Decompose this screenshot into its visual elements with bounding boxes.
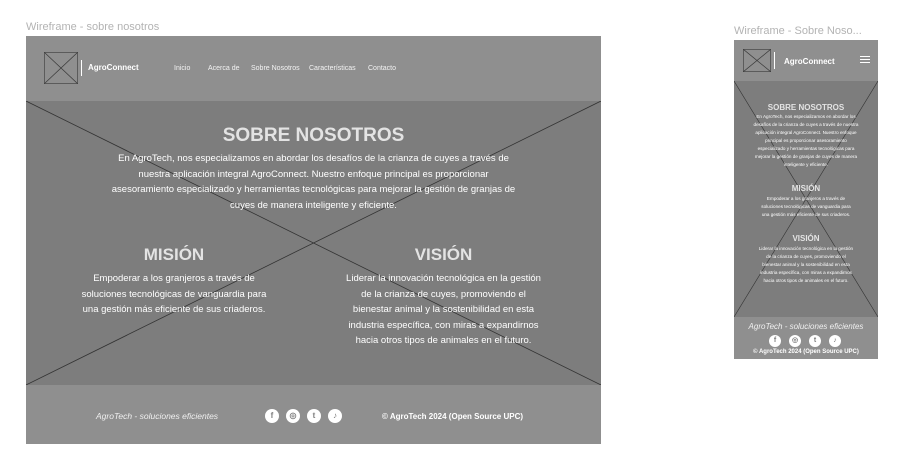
- vision-text: Liderar la innovación tecnológica en la …: [316, 271, 571, 349]
- nav-link-acerca-de[interactable]: Acerca de: [208, 65, 240, 72]
- vision-line: Liderar la innovación tecnológica en la …: [346, 273, 541, 284]
- facebook-icon[interactable]: f: [265, 409, 279, 423]
- vision-line: hacia otros tipos de animales en el futu…: [355, 335, 532, 346]
- logo-placeholder-icon: [743, 49, 771, 72]
- brand-name[interactable]: AgroConnect: [784, 57, 835, 66]
- about-line: nuestra aplicación integral AgroConnect.…: [138, 168, 489, 180]
- mision-line: Empoderar a los granjeros a través de: [93, 273, 255, 284]
- desktop-wireframe: AgroConnect Inicio Acerca de Sobre Nosot…: [26, 36, 601, 444]
- desktop-header: AgroConnect Inicio Acerca de Sobre Nosot…: [26, 36, 601, 101]
- mobile-wireframe: AgroConnect SOBRE NOSOTROS En AgroTech, …: [734, 40, 878, 359]
- vision-line: industria específica, con miras a expand…: [348, 319, 539, 331]
- vision-line: industria específica, con miras a expand…: [760, 270, 852, 275]
- desktop-frame-label: Wireframe - sobre nosotros: [26, 21, 160, 33]
- brand-divider: [81, 60, 82, 76]
- nav-link-caracteristicas[interactable]: Características: [309, 65, 356, 72]
- instagram-icon[interactable]: ◎: [789, 335, 801, 347]
- brand-divider: [774, 52, 775, 69]
- tiktok-icon[interactable]: ♪: [328, 409, 342, 423]
- vision-title: VISIÓN: [792, 234, 820, 243]
- mision-title: MISIÓN: [791, 184, 821, 193]
- desktop-footer: AgroTech - soluciones eficientes f ◎ t ♪…: [26, 385, 601, 444]
- vision-line: bienestar animal y la sostenibilidad en …: [762, 262, 850, 267]
- about-text: En AgroTech, nos especializamos en abord…: [734, 113, 878, 169]
- about-title: SOBRE NOSOTROS: [222, 125, 405, 146]
- footer-copyright: © AgroTech 2024 (Open Source UPC): [382, 412, 524, 421]
- about-line: asesoramiento especializado y herramient…: [111, 184, 516, 195]
- vision-line: de la crianza de cuyes, promoviendo el: [766, 254, 846, 259]
- instagram-icon[interactable]: ◎: [286, 409, 300, 423]
- mobile-hero: SOBRE NOSOTROS En AgroTech, nos especial…: [734, 81, 878, 317]
- desktop-hero: SOBRE NOSOTROS En AgroTech, nos especial…: [26, 101, 601, 385]
- about-line: En AgroTech, nos especializamos en abord…: [118, 153, 509, 164]
- mision-text: Empoderar a los granjeros a través de so…: [54, 271, 294, 318]
- mision-text: Empoderar a los granjeros a través de so…: [734, 195, 878, 219]
- footer-tagline: AgroTech - soluciones eficientes: [96, 411, 219, 421]
- about-line: inteligente y eficiente.: [783, 162, 829, 167]
- brand-name[interactable]: AgroConnect: [88, 63, 139, 72]
- mision-line: una gestión más eficiente de sus criader…: [82, 304, 266, 315]
- mision-line: Empoderar a los granjeros a través de: [766, 196, 846, 201]
- vision-line: de la crianza de cuyes, promoviendo el: [361, 288, 526, 300]
- nav-link-inicio[interactable]: Inicio: [174, 65, 190, 72]
- mobile-footer: AgroTech - soluciones eficientes f ◎ t ♪…: [734, 317, 878, 359]
- footer-tagline: AgroTech - soluciones eficientes: [748, 322, 864, 331]
- mobile-frame-label: Wireframe - Sobre Noso...: [734, 25, 862, 37]
- about-line: En AgroTech, nos especializamos en abord…: [756, 114, 856, 119]
- about-text: En AgroTech, nos especializamos en abord…: [26, 151, 601, 213]
- about-line: desafíos de la crianza de cuyes a través…: [753, 122, 859, 127]
- about-line: aplicación integral AgroConnect. Nuestro…: [755, 130, 857, 135]
- vision-line: bienestar animal y la sostenibilidad en …: [352, 304, 535, 315]
- vision-line: hacia otros tipos de animales en el futu…: [763, 278, 849, 283]
- about-line: principal es proporcionar asesoramiento: [765, 138, 847, 143]
- twitter-icon[interactable]: t: [809, 335, 821, 347]
- logo-placeholder-icon: [44, 52, 78, 84]
- nav-link-contacto[interactable]: Contacto: [368, 65, 396, 72]
- vision-text: Liderar la innovación tecnológica en la …: [734, 245, 878, 285]
- hamburger-menu-icon[interactable]: [860, 56, 870, 63]
- footer-copyright: © AgroTech 2024 (Open Source UPC): [753, 349, 859, 355]
- about-line: cuyes de manera inteligente y eficiente.: [230, 199, 397, 211]
- vision-title: VISIÓN: [414, 245, 473, 264]
- mision-title: MISIÓN: [143, 245, 205, 264]
- about-line: especializado y herramientas tecnológica…: [757, 146, 855, 151]
- mobile-header: AgroConnect: [734, 40, 878, 81]
- twitter-icon[interactable]: t: [307, 409, 321, 423]
- facebook-icon[interactable]: f: [769, 335, 781, 347]
- mision-line: soluciones tecnológicas de vanguardia pa…: [761, 204, 851, 209]
- mision-line: soluciones tecnológicas de vanguardia pa…: [81, 288, 267, 300]
- vision-line: Liderar la innovación tecnológica en la …: [758, 246, 854, 251]
- nav-link-sobre-nosotros[interactable]: Sobre Nosotros: [251, 65, 300, 72]
- about-title: SOBRE NOSOTROS: [767, 103, 845, 112]
- about-line: mejorar la gestión de granjas de cuyes d…: [754, 154, 858, 159]
- mision-line: una gestión más eficiente de sus criader…: [761, 212, 851, 217]
- tiktok-icon[interactable]: ♪: [829, 335, 841, 347]
